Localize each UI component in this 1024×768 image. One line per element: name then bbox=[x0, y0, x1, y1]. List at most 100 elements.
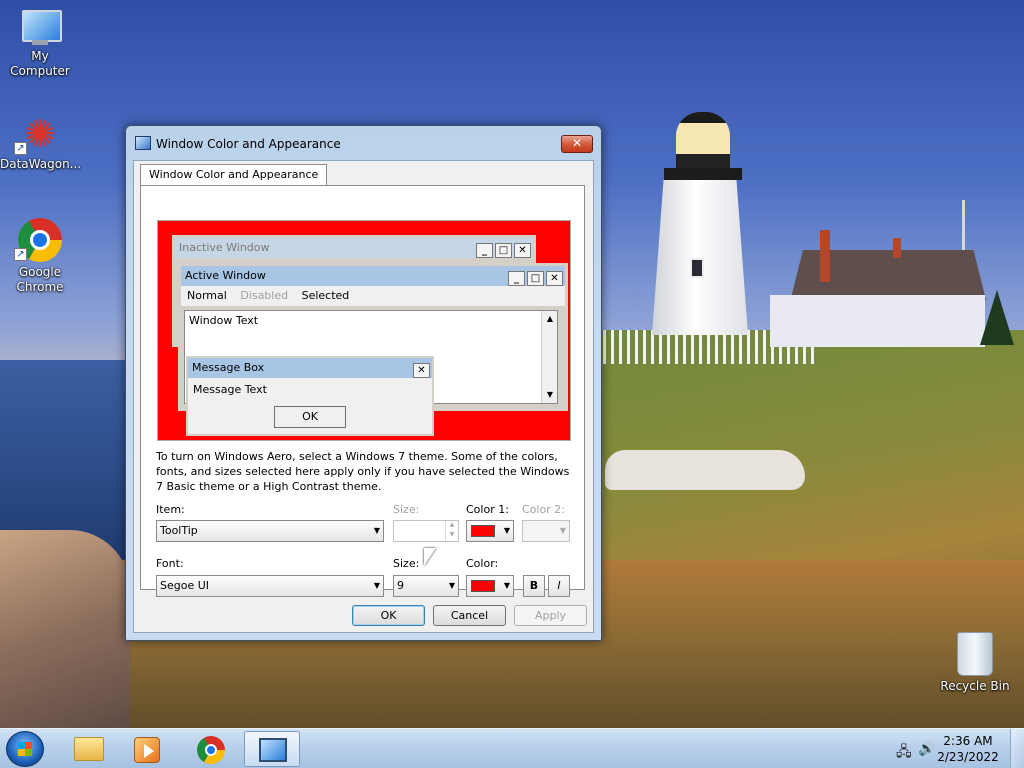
item-dropdown[interactable]: ToolTip ▼ bbox=[156, 520, 384, 542]
font-size-dropdown[interactable]: 9 ▼ bbox=[393, 575, 459, 597]
desktop-icon-label: Google Chrome bbox=[16, 265, 64, 294]
appearance-preview[interactable]: Inactive Window _ □ ✕ Active Window _ □ ✕ bbox=[157, 220, 571, 441]
font-dropdown[interactable]: Segoe UI ▼ bbox=[156, 575, 384, 597]
item-size-stepper[interactable]: ▲ ▼ bbox=[393, 520, 459, 542]
chevron-down-icon: ▼ bbox=[503, 581, 510, 590]
chevron-down-icon: ▼ bbox=[373, 526, 380, 535]
preview-menu-normal[interactable]: Normal bbox=[187, 289, 227, 302]
font-color-label: Color: bbox=[466, 557, 499, 570]
font-value: Segoe UI bbox=[160, 579, 210, 592]
preview-active-title-bar[interactable]: Active Window _ □ ✕ bbox=[181, 266, 565, 286]
mouse-cursor-icon bbox=[424, 548, 436, 566]
preview-inactive-title-bar[interactable]: Inactive Window _ □ ✕ bbox=[175, 238, 533, 258]
color2-label: Color 2: bbox=[522, 503, 565, 516]
preview-menu-selected[interactable]: Selected bbox=[302, 289, 350, 302]
chevron-down-icon: ▼ bbox=[373, 581, 380, 590]
font-label: Font: bbox=[156, 557, 184, 570]
item-label: Item: bbox=[156, 503, 185, 516]
close-button[interactable]: ✕ bbox=[561, 135, 593, 153]
italic-button[interactable]: I bbox=[548, 575, 570, 597]
clock[interactable]: 2:36 AM 2/23/2022 bbox=[936, 733, 1000, 765]
scroll-down-icon: ▼ bbox=[546, 390, 554, 399]
close-icon: ✕ bbox=[413, 363, 430, 378]
window-title: Window Color and Appearance bbox=[156, 137, 341, 151]
close-icon: ✕ bbox=[514, 243, 531, 258]
recycle-bin-icon bbox=[957, 632, 993, 676]
apply-button[interactable]: Apply bbox=[514, 605, 587, 626]
cancel-button[interactable]: Cancel bbox=[433, 605, 506, 626]
minimize-icon: _ bbox=[476, 243, 493, 258]
house-roof bbox=[790, 250, 986, 300]
house bbox=[770, 295, 985, 347]
display-icon bbox=[135, 136, 151, 150]
chimney bbox=[893, 238, 901, 258]
windows-explorer-icon bbox=[74, 737, 104, 761]
preview-message-text: Message Text bbox=[193, 383, 267, 396]
show-desktop-button[interactable] bbox=[1010, 729, 1024, 768]
desktop-icon-my-computer[interactable]: My Computer bbox=[0, 10, 80, 79]
title-bar[interactable]: Window Color and Appearance ✕ bbox=[126, 126, 601, 160]
lighthouse-window bbox=[690, 258, 704, 278]
taskbar-display-settings[interactable] bbox=[244, 731, 300, 767]
desktop-icon-label: Recycle Bin bbox=[940, 679, 1010, 693]
tab-panel: Inactive Window _ □ ✕ Active Window _ □ ✕ bbox=[140, 185, 585, 597]
media-player-icon bbox=[134, 737, 160, 763]
preview-message-box-title-bar[interactable]: Message Box ✕ bbox=[188, 358, 432, 378]
system-tray: 🖧 🔊 2:36 AM 2/23/2022 bbox=[884, 729, 1024, 768]
font-size-value: 9 bbox=[397, 579, 404, 592]
desktop-icon-label: My Computer bbox=[10, 49, 70, 78]
tab-window-color-appearance[interactable]: Window Color and Appearance bbox=[140, 164, 328, 186]
dialog-client-area: Window Color and Appearance Inactive Win… bbox=[133, 160, 594, 633]
item-size-label: Size: bbox=[393, 503, 420, 516]
clock-time: 2:36 AM bbox=[943, 734, 993, 748]
shortcut-arrow-icon: ↗ bbox=[14, 142, 27, 155]
minimize-icon: _ bbox=[508, 271, 525, 286]
color1-picker[interactable]: ▼ bbox=[466, 520, 514, 542]
shortcut-arrow-icon: ↗ bbox=[14, 248, 27, 261]
preview-menu-bar[interactable]: Normal Disabled Selected bbox=[181, 286, 565, 306]
preview-window-text: Window Text bbox=[189, 314, 259, 327]
spin-down-icon: ▼ bbox=[445, 531, 458, 541]
aero-info-text: To turn on Windows Aero, select a Window… bbox=[156, 450, 570, 493]
start-button[interactable] bbox=[6, 731, 44, 767]
taskbar-windows-explorer[interactable] bbox=[60, 731, 116, 767]
desktop-icon-recycle-bin[interactable]: Recycle Bin bbox=[935, 632, 1015, 694]
display-settings-icon bbox=[259, 738, 287, 762]
preview-menu-disabled[interactable]: Disabled bbox=[240, 289, 288, 302]
taskbar-media-player[interactable] bbox=[118, 731, 174, 767]
font-color-swatch bbox=[471, 580, 495, 592]
chimney bbox=[820, 230, 830, 282]
preview-inactive-title: Inactive Window bbox=[179, 241, 270, 254]
desktop-icon-datawagon[interactable]: ✺ ↗ DataWagon... bbox=[0, 114, 82, 172]
chrome-icon bbox=[197, 736, 225, 764]
color1-swatch bbox=[471, 525, 495, 537]
preview-scrollbar[interactable]: ▲ ▼ bbox=[541, 311, 557, 403]
color1-label: Color 1: bbox=[466, 503, 509, 516]
color2-picker[interactable]: ▼ bbox=[522, 520, 570, 542]
scroll-up-icon: ▲ bbox=[546, 314, 554, 323]
maximize-icon: □ bbox=[527, 271, 544, 286]
rock bbox=[605, 450, 805, 490]
chevron-down-icon: ▼ bbox=[448, 581, 455, 590]
spin-up-icon: ▲ bbox=[445, 521, 458, 531]
network-icon[interactable]: 🖧 bbox=[896, 741, 912, 765]
preview-message-box[interactable]: Message Box ✕ Message Text OK bbox=[186, 356, 434, 436]
preview-message-box-title: Message Box bbox=[192, 361, 265, 374]
taskbar: 🖧 🔊 2:36 AM 2/23/2022 bbox=[0, 728, 1024, 768]
clock-date: 2/23/2022 bbox=[937, 750, 999, 764]
close-icon: ✕ bbox=[546, 271, 563, 286]
font-color-picker[interactable]: ▼ bbox=[466, 575, 514, 597]
taskbar-chrome[interactable] bbox=[183, 731, 239, 767]
bold-button[interactable]: B bbox=[523, 575, 545, 597]
maximize-icon: □ bbox=[495, 243, 512, 258]
preview-ok-button[interactable]: OK bbox=[274, 406, 346, 428]
desktop-icon-label: DataWagon... bbox=[0, 157, 82, 171]
chevron-down-icon: ▼ bbox=[503, 526, 510, 535]
desktop-icon-google-chrome[interactable]: ↗ Google Chrome bbox=[0, 218, 80, 295]
volume-icon[interactable]: 🔊 bbox=[918, 741, 935, 757]
font-size-label: Size: bbox=[393, 557, 420, 570]
window-color-appearance-dialog: Window Color and Appearance ✕ Window Col… bbox=[125, 125, 602, 641]
item-value: ToolTip bbox=[160, 524, 198, 537]
chevron-down-icon: ▼ bbox=[559, 526, 566, 535]
ok-button[interactable]: OK bbox=[352, 605, 425, 626]
